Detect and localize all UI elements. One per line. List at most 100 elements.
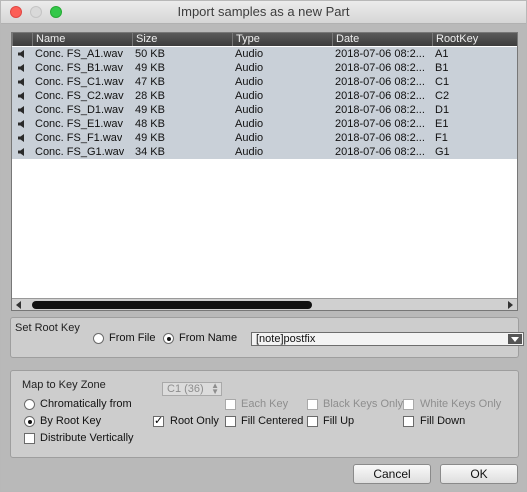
from-name-radio[interactable] [163,333,174,344]
root-only-checkbox[interactable]: ✓ [153,416,164,427]
file-size-cell: 34 KB [135,146,165,158]
file-name-cell: Conc. FS_C1.wav [35,76,124,88]
column-header-date[interactable]: Date [332,33,432,46]
file-date-cell: 2018-07-06 08:2... [335,118,425,130]
white-keys-only-label[interactable]: White Keys Only [420,398,501,410]
from-file-radio[interactable] [93,333,104,344]
map-key-zone-group: Map to Key Zone Chromatically from C1 (3… [10,370,519,458]
file-rootkey-cell: C2 [435,90,450,102]
black-keys-only-checkbox[interactable] [307,399,318,410]
each-key-label[interactable]: Each Key [241,398,288,410]
column-header-type[interactable]: Type [232,33,332,46]
start-key-value: C1 (36) [167,383,204,395]
ok-button[interactable]: OK [440,464,518,484]
file-date-cell: 2018-07-06 08:2... [335,90,425,102]
speaker-icon [18,120,24,128]
scroll-right-icon[interactable] [508,301,513,309]
file-size-cell: 28 KB [135,90,165,102]
chromatically-radio[interactable] [24,399,35,410]
speaker-icon [18,148,24,156]
file-row[interactable]: Conc. FS_A1.wav 50 KB Audio 2018-07-06 08:2… [12,47,517,61]
by-root-key-radio[interactable] [24,416,35,427]
file-type-cell: Audio [235,146,264,158]
speaker-icon [18,64,24,72]
by-root-key-label[interactable]: By Root Key [40,415,101,427]
speaker-icon [18,78,24,86]
file-size-cell: 47 KB [135,76,165,88]
file-size-cell: 49 KB [135,104,165,116]
column-header-size[interactable]: Size [132,33,232,46]
file-size-cell: 49 KB [135,132,165,144]
file-date-cell: 2018-07-06 08:2... [335,104,425,116]
file-name-cell: Conc. FS_A1.wav [35,48,124,60]
file-type-cell: Audio [235,62,264,74]
distribute-vertically-label[interactable]: Distribute Vertically [40,432,134,444]
speaker-icon [18,92,24,100]
file-rootkey-cell: C1 [435,76,450,88]
file-row[interactable]: Conc. FS_B1.wav 49 KB Audio 2018-07-06 08:2… [12,61,517,75]
file-row[interactable]: Conc. FS_D1.wav 49 KB Audio 2018-07-06 08:2… [12,103,517,117]
horizontal-scrollbar[interactable] [12,298,517,310]
file-rootkey-cell: F1 [435,132,448,144]
start-key-stepper[interactable]: C1 (36) ▲ ▼ [162,382,222,396]
fill-down-checkbox[interactable] [403,416,414,427]
file-name-cell: Conc. FS_D1.wav [35,104,124,116]
file-rootkey-cell: A1 [435,48,449,60]
dialog-content: Name Size Type Date RootKey Conc. FS_A1.… [1,24,526,491]
white-keys-only-checkbox[interactable] [403,399,414,410]
file-size-cell: 49 KB [135,62,165,74]
file-list-header: Name Size Type Date RootKey [12,33,517,46]
fill-up-label[interactable]: Fill Up [323,415,354,427]
file-name-cell: Conc. FS_F1.wav [35,132,123,144]
file-type-cell: Audio [235,76,264,88]
window-title: Import samples as a new Part [177,4,350,19]
file-row[interactable]: Conc. FS_C2.wav 28 KB Audio 2018-07-06 08:2… [12,89,517,103]
fill-centered-label[interactable]: Fill Centered [241,415,303,427]
map-key-zone-title: Map to Key Zone [22,379,106,391]
file-type-cell: Audio [235,132,264,144]
name-pattern-value[interactable]: [note]postfix [256,333,315,345]
scroll-left-icon[interactable] [16,301,21,309]
file-row[interactable]: Conc. FS_C1.wav 47 KB Audio 2018-07-06 08:2… [12,75,517,89]
stepper-arrows-icon[interactable]: ▲ ▼ [211,382,219,396]
file-date-cell: 2018-07-06 08:2... [335,146,425,158]
file-size-cell: 50 KB [135,48,165,60]
file-name-cell: Conc. FS_B1.wav [35,62,124,74]
root-only-label[interactable]: Root Only [170,415,219,427]
from-file-label[interactable]: From File [109,332,155,344]
header-icon-column [12,33,32,46]
chromatically-label[interactable]: Chromatically from [40,398,132,410]
scrollbar-thumb[interactable] [32,301,312,309]
black-keys-only-label[interactable]: Black Keys Only [323,398,403,410]
speaker-icon [18,50,24,58]
column-header-name[interactable]: Name [32,33,132,46]
file-name-cell: Conc. FS_G1.wav [35,146,125,158]
each-key-checkbox[interactable] [225,399,236,410]
speaker-icon [18,106,24,114]
import-dialog: Import samples as a new Part Name Size T… [0,0,527,492]
file-row[interactable]: Conc. FS_E1.wav 48 KB Audio 2018-07-06 08:2… [12,117,517,131]
file-date-cell: 2018-07-06 08:2... [335,48,425,60]
file-list[interactable]: Name Size Type Date RootKey Conc. FS_A1.… [11,32,518,311]
cancel-button[interactable]: Cancel [353,464,431,484]
set-root-key-title: Set Root Key [15,322,80,334]
file-rootkey-cell: E1 [435,118,449,130]
column-header-rootkey[interactable]: RootKey [432,33,517,46]
fill-up-checkbox[interactable] [307,416,318,427]
file-type-cell: Audio [235,48,264,60]
fill-centered-checkbox[interactable] [225,416,236,427]
fill-down-label[interactable]: Fill Down [420,415,465,427]
file-row[interactable]: Conc. FS_F1.wav 49 KB Audio 2018-07-06 08:2… [12,131,517,145]
file-type-cell: Audio [235,104,264,116]
from-name-label[interactable]: From Name [179,332,237,344]
name-pattern-combo[interactable]: [note]postfix [251,332,524,346]
file-row[interactable]: Conc. FS_G1.wav 34 KB Audio 2018-07-06 08:2… [12,145,517,159]
title-bar[interactable]: Import samples as a new Part [1,1,526,24]
file-type-cell: Audio [235,90,264,102]
distribute-vertically-checkbox[interactable] [24,433,35,444]
file-rootkey-cell: B1 [435,62,449,74]
chevron-down-icon[interactable] [508,334,522,344]
file-rootkey-cell: D1 [435,104,450,116]
speaker-icon [18,134,24,142]
file-rootkey-cell: G1 [435,146,450,158]
